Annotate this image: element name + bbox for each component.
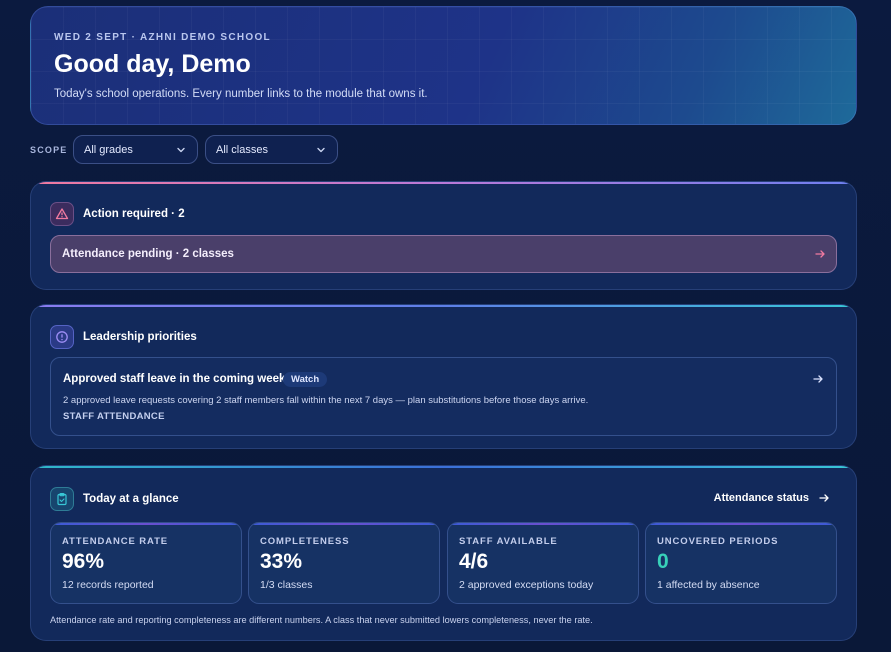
- info-icon: [50, 325, 74, 349]
- status-badge: Watch: [283, 372, 328, 387]
- warning-icon: [50, 202, 74, 226]
- tile-subtext: 2 approved exceptions today: [459, 579, 594, 591]
- attendance-pending-item[interactable]: Attendance pending · 2 classes: [50, 235, 837, 273]
- uncovered-periods-tile[interactable]: UNCOVERED PERIODS 0 1 affected by absenc…: [645, 522, 837, 604]
- card-accent-line: [31, 182, 856, 184]
- tile-subtext: 1/3 classes: [260, 579, 313, 591]
- scope-label: SCOPE: [30, 145, 68, 155]
- attendance-rate-tile[interactable]: ATTENDANCE RATE 96% 12 records reported: [50, 522, 242, 604]
- action-required-title: Action required · 2: [83, 208, 185, 220]
- page-title: Good day, Demo: [54, 50, 251, 78]
- attendance-status-link[interactable]: Attendance status: [714, 492, 830, 504]
- leadership-header: Leadership priorities: [50, 325, 197, 349]
- grade-select-value: All grades: [84, 143, 133, 156]
- attendance-pending-label: Attendance pending · 2 classes: [62, 248, 234, 260]
- tile-value: 4/6: [459, 550, 489, 573]
- tile-label: COMPLETENESS: [260, 536, 350, 547]
- today-at-a-glance-card: Today at a glance Attendance status ATTE…: [30, 465, 857, 641]
- glance-footnote: Attendance rate and reporting completene…: [50, 615, 593, 625]
- tile-accent-line: [249, 523, 439, 525]
- arrow-right-icon: [815, 250, 825, 258]
- attendance-status-label: Attendance status: [713, 492, 809, 504]
- priority-description: 2 approved leave requests covering 2 sta…: [63, 395, 589, 406]
- tile-label: UNCOVERED PERIODS: [657, 536, 779, 547]
- priority-module: STAFF ATTENDANCE: [63, 411, 165, 422]
- card-accent-line: [31, 466, 856, 468]
- tile-accent-line: [51, 523, 241, 525]
- arrow-right-icon: [819, 494, 829, 502]
- action-required-card: Action required · 2 Attendance pending ·…: [30, 181, 857, 290]
- tile-value: 33%: [260, 550, 303, 573]
- glance-header: Today at a glance: [50, 487, 179, 511]
- staff-available-tile[interactable]: STAFF AVAILABLE 4/6 2 approved exception…: [447, 522, 639, 604]
- grade-select[interactable]: All grades: [73, 135, 198, 164]
- welcome-header: WED 2 SEPT · AZHNI DEMO SCHOOL Good day,…: [30, 6, 857, 125]
- tile-accent-line: [646, 523, 836, 525]
- tile-subtext: 1 affected by absence: [657, 579, 760, 591]
- class-select[interactable]: All classes: [205, 135, 338, 164]
- priority-title: Approved staff leave in the coming week: [63, 373, 286, 385]
- leadership-priorities-card: Leadership priorities Approved staff lea…: [30, 304, 857, 449]
- date-school-line: WED 2 SEPT · AZHNI DEMO SCHOOL: [54, 32, 271, 43]
- completeness-tile[interactable]: COMPLETENESS 33% 1/3 classes: [248, 522, 440, 604]
- tile-label: STAFF AVAILABLE: [459, 536, 558, 547]
- arrow-right-icon: [813, 375, 823, 383]
- priority-item[interactable]: Approved staff leave in the coming week …: [50, 357, 837, 436]
- class-select-value: All classes: [216, 143, 268, 156]
- tile-value: 0: [657, 550, 669, 573]
- tile-accent-line: [448, 523, 638, 525]
- leadership-title: Leadership priorities: [83, 331, 197, 343]
- tile-label: ATTENDANCE RATE: [62, 536, 169, 547]
- card-accent-line: [31, 305, 856, 307]
- chevron-down-icon: [317, 147, 325, 153]
- action-required-header: Action required · 2: [50, 202, 185, 226]
- tile-subtext: 12 records reported: [62, 579, 154, 591]
- tile-value: 96%: [62, 550, 105, 573]
- glance-title: Today at a glance: [83, 493, 179, 505]
- chevron-down-icon: [177, 147, 185, 153]
- clipboard-icon: [50, 487, 74, 511]
- page-subtitle: Today's school operations. Every number …: [54, 88, 428, 100]
